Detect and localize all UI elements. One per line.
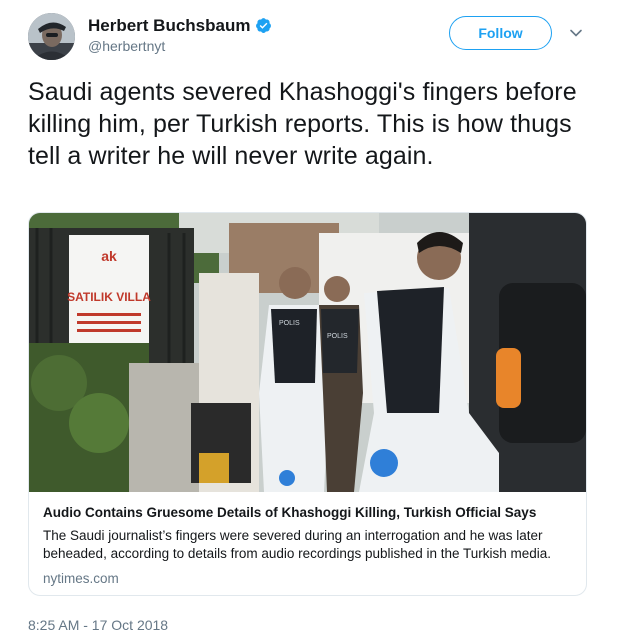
link-card[interactable]: ak SATILIK VILLA POLIS POLIS Audio Conta… <box>28 212 587 596</box>
avatar-photo <box>28 13 75 60</box>
vest-text-1: POLIS <box>279 320 300 327</box>
card-title[interactable]: Audio Contains Gruesome Details of Khash… <box>43 504 572 522</box>
tweet: Herbert Buchsbaum @herbertnyt Follow Sau… <box>0 0 621 638</box>
tweet-timestamp[interactable]: 8:25 AM - 17 Oct 2018 <box>28 617 168 633</box>
banner-logo: ak <box>101 248 117 264</box>
card-body[interactable]: Audio Contains Gruesome Details of Khash… <box>43 504 572 586</box>
tweet-text: Saudi agents severed Khashoggi's fingers… <box>28 78 577 170</box>
tweet-header: Herbert Buchsbaum @herbertnyt Follow <box>28 12 601 62</box>
user-handle[interactable]: @herbertnyt <box>88 38 272 54</box>
verified-badge-icon <box>256 18 272 33</box>
display-name[interactable]: Herbert Buchsbaum <box>88 15 250 36</box>
user-info: Herbert Buchsbaum @herbertnyt <box>88 15 272 54</box>
card-image[interactable]: ak SATILIK VILLA POLIS POLIS <box>29 213 586 492</box>
card-domain: nytimes.com <box>43 571 119 586</box>
chevron-down-icon[interactable] <box>569 26 583 40</box>
display-name-row[interactable]: Herbert Buchsbaum <box>88 15 272 36</box>
avatar[interactable] <box>28 13 75 60</box>
vest-text-2: POLIS <box>327 333 348 340</box>
follow-button[interactable]: Follow <box>449 16 552 50</box>
card-description: The Saudi journalist’s fingers were seve… <box>43 528 552 561</box>
banner-text: SATILIK VILLA <box>67 290 151 304</box>
